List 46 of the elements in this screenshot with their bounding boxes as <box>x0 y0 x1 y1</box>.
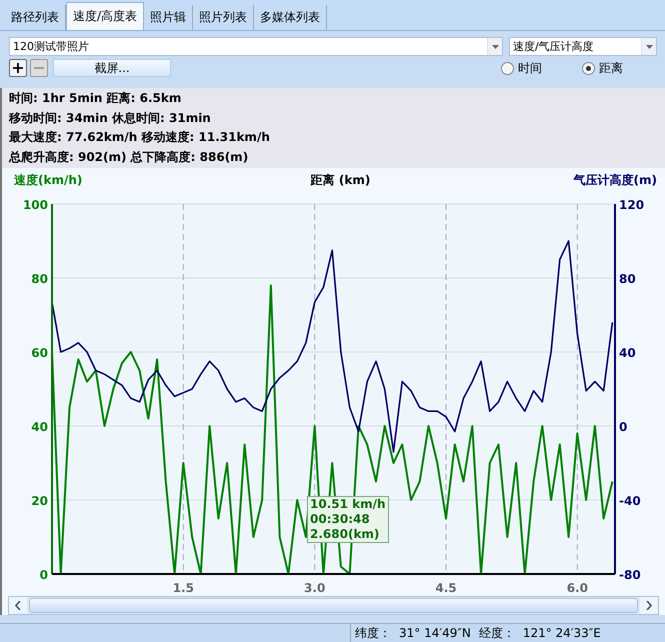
stat-line: 总爬升高度: 902(m) 总下降高度: 886(m) <box>9 148 250 166</box>
tab[interactable]: 多媒体列表 <box>254 5 328 30</box>
latitude-label: 纬度： <box>355 624 391 642</box>
right-axis-title: 气压计高度(m) <box>572 172 658 188</box>
tab[interactable]: 速度/高度表 <box>66 2 144 30</box>
x-axis-title: 距离 (km) <box>310 172 370 188</box>
y-tick-label: 120 <box>619 198 644 212</box>
scroll-right-icon[interactable] <box>640 597 658 614</box>
y-tick-label: 0 <box>40 568 48 582</box>
stat-line: 移动时间: 34min 休息时间: 31min <box>9 110 212 126</box>
tooltip-line: 2.680(km) <box>310 527 380 542</box>
y-tick-label: -40 <box>619 494 641 508</box>
y-tick-label: 80 <box>31 272 48 286</box>
chart-type-dropdown[interactable]: 速度/气压计高度 <box>509 37 657 56</box>
horizontal-scrollbar[interactable] <box>8 596 659 615</box>
latitude-value: 31° 14′49″N <box>399 626 471 640</box>
y-tick-label: 80 <box>619 272 636 286</box>
stat-line: 时间: 1hr 5min 距离: 6.5km <box>9 90 182 107</box>
y-tick-label: 0 <box>619 420 628 434</box>
zoom-in-button[interactable]: + <box>9 59 27 77</box>
scrollbar-thumb[interactable] <box>29 598 638 613</box>
left-axis-title: 速度(km/h) <box>14 172 84 188</box>
y-tick-label: 40 <box>31 420 48 434</box>
track-dropdown[interactable]: 120测试带照片 <box>9 37 503 56</box>
tab[interactable]: 照片列表 <box>193 5 254 30</box>
longitude-value: 121° 24′33″E <box>522 626 601 640</box>
y-tick-label: 40 <box>619 346 636 360</box>
x-tick-label: 3.0 <box>304 581 326 595</box>
tooltip-line: 10.51 km/h <box>310 497 386 512</box>
radio-button[interactable] <box>582 62 595 74</box>
y-tick-label: 60 <box>31 346 48 360</box>
y-tick-label: 100 <box>22 198 48 212</box>
stat-line: 最大速度: 77.62km/h 移动速度: 11.31km/h <box>9 129 271 146</box>
scroll-left-icon[interactable] <box>9 597 27 614</box>
x-tick-label: 4.5 <box>435 581 457 595</box>
tooltip-line: 00:30:48 <box>310 512 371 527</box>
y-tick-label: 20 <box>31 494 48 508</box>
x-tick-label: 1.5 <box>172 581 194 595</box>
radio-label[interactable]: 距离 <box>599 60 623 76</box>
tab[interactable]: 照片辑 <box>144 5 194 30</box>
screenshot-button[interactable]: 截屏... <box>53 59 171 77</box>
longitude-label: 经度： <box>478 624 515 642</box>
radio-button[interactable] <box>501 62 514 74</box>
x-tick-label: 6.0 <box>566 581 588 595</box>
radio-label[interactable]: 时间 <box>518 60 542 76</box>
y-tick-label: -80 <box>619 568 641 582</box>
